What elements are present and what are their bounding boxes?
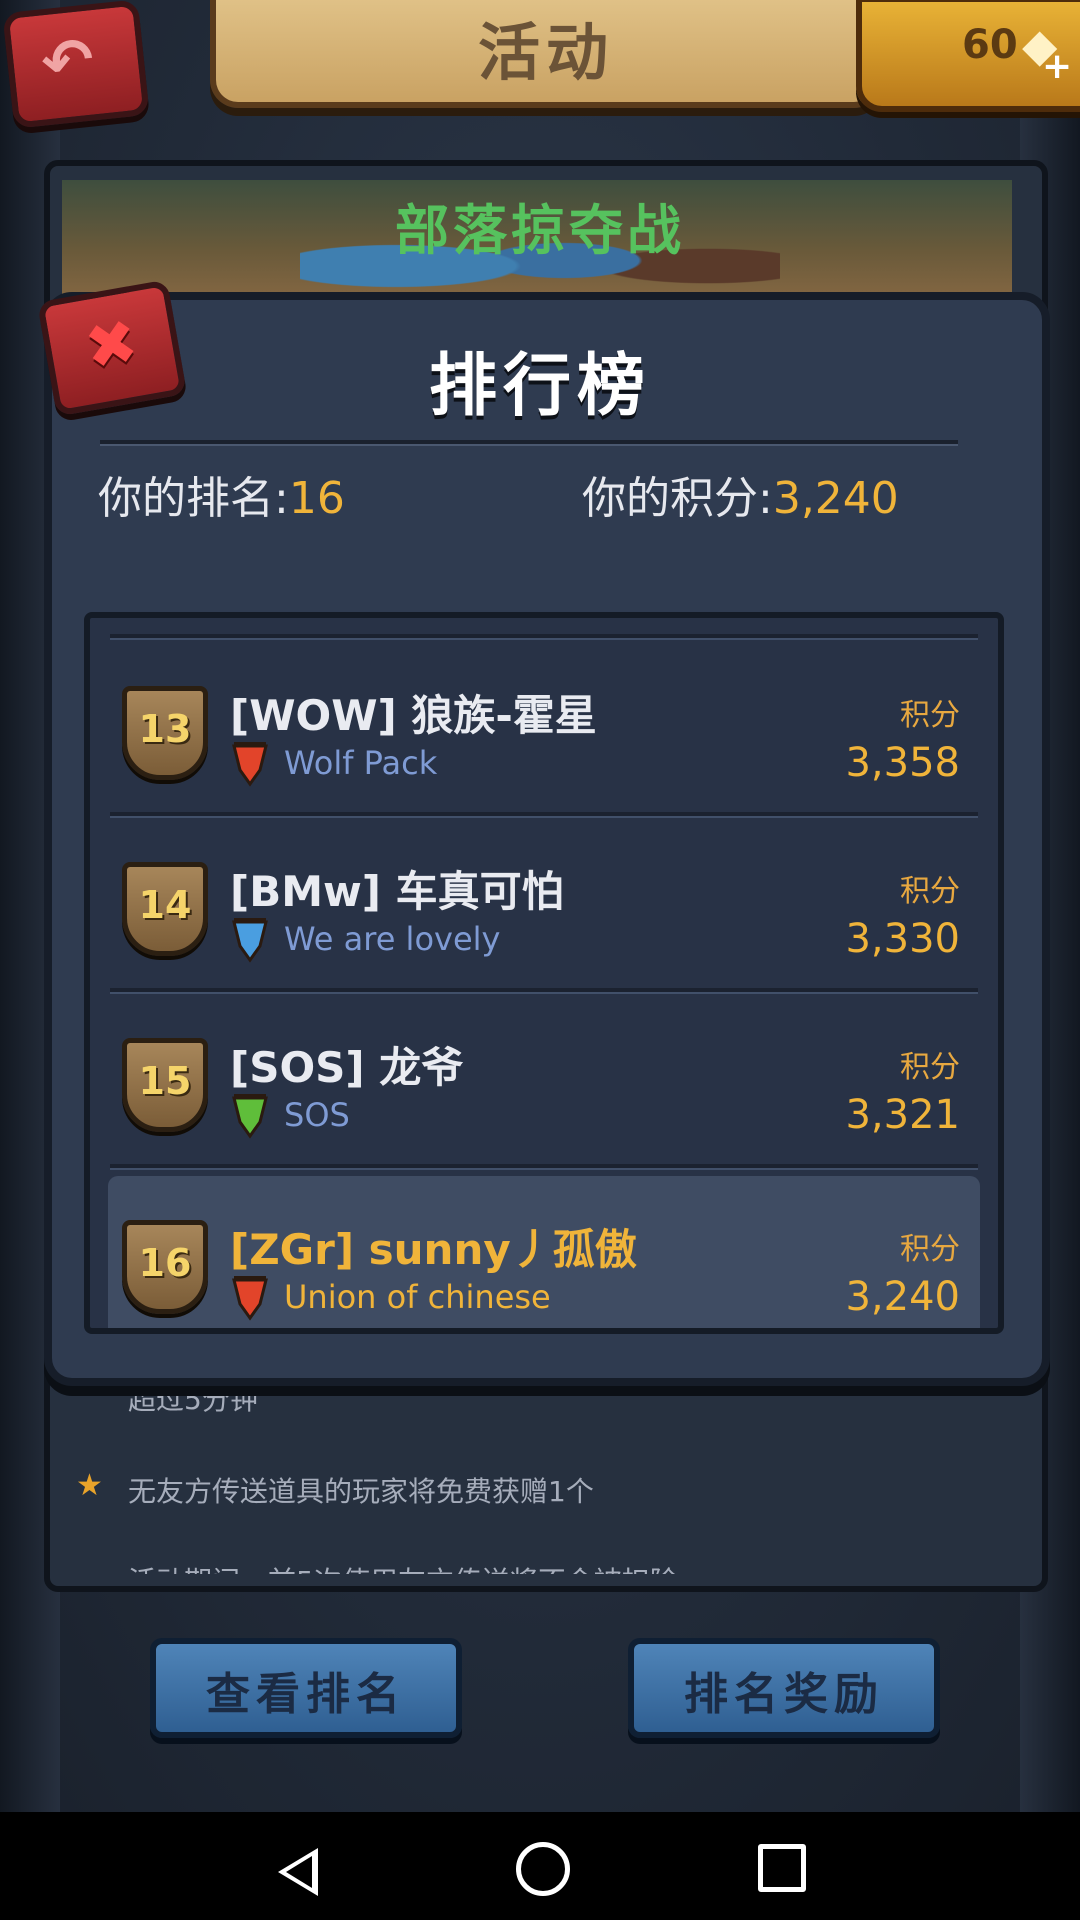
player-name: [ZGr] sunny丿孤傲: [230, 1225, 637, 1274]
event-title: 部落掠夺战: [395, 199, 685, 262]
rank-number: 15: [138, 1059, 192, 1103]
leaderboard-row[interactable]: 14 [BMw] 车真可怕 We are lovely 积分 3,330: [108, 818, 980, 988]
rank-badge-icon: 13: [122, 686, 208, 780]
nav-back-icon-inner: [286, 1856, 312, 1888]
leaderboard-row[interactable]: 13 [WOW] 狼族-霍星 Wolf Pack 积分 3,358: [108, 642, 980, 812]
my-rank-value: 16: [288, 473, 345, 524]
rank-badge-icon: 14: [122, 862, 208, 956]
score-label: 积分: [900, 698, 960, 733]
rank-reward-button[interactable]: 排名奖励: [628, 1638, 940, 1738]
row-divider: [110, 634, 978, 640]
my-score-value: 3,240: [772, 473, 899, 524]
score-value: 3,358: [845, 740, 960, 786]
guild-flag-icon: [232, 918, 268, 963]
leaderboard-row[interactable]: 15 [SOS] 龙爷 SOS 积分 3,321: [108, 994, 980, 1164]
score-value: 3,240: [845, 1274, 960, 1320]
player-name: [SOS] 龙爷: [230, 1043, 464, 1092]
score-label: 积分: [900, 1232, 960, 1267]
my-rank: 你的排名:16: [98, 462, 345, 526]
rank-reward-label: 排名奖励: [684, 1669, 884, 1720]
add-gems-icon[interactable]: +: [1042, 46, 1072, 87]
guild-name: Union of chinese: [284, 1278, 551, 1316]
my-score-label: 你的积分:: [582, 473, 773, 524]
guild-flag-icon: [232, 742, 268, 787]
guild-name: We are lovely: [284, 920, 501, 958]
view-rank-button[interactable]: 查看排名: [150, 1638, 462, 1738]
back-arrow-icon: ↶: [38, 22, 98, 101]
view-rank-label: 查看排名: [206, 1669, 406, 1720]
event-info-text: 无友方传送道具的玩家将免费获赠1个: [128, 1475, 594, 1508]
rank-number: 14: [138, 883, 192, 927]
guild-name: Wolf Pack: [284, 744, 438, 782]
leaderboard-list[interactable]: 13 [WOW] 狼族-霍星 Wolf Pack 积分 3,358 14 [BM…: [84, 612, 1004, 1334]
nav-home-icon[interactable]: [516, 1842, 570, 1896]
guild-flag-icon: [232, 1094, 268, 1139]
rank-badge-icon: 15: [122, 1038, 208, 1132]
star-icon: ★: [76, 1468, 103, 1503]
rank-badge-icon: 16: [122, 1220, 208, 1314]
event-info-text: 活动期间，前5次使用友方传送将不会被扣除: [128, 1560, 678, 1574]
page-title: 活动: [477, 16, 614, 89]
rank-number: 16: [138, 1241, 192, 1285]
my-rank-label: 你的排名:: [98, 473, 289, 524]
divider: [100, 440, 958, 446]
nav-recents-icon[interactable]: [758, 1844, 806, 1892]
close-icon: ✖: [79, 304, 144, 386]
gem-counter[interactable]: 60 ◆ +: [856, 0, 1080, 112]
row-divider: [110, 1164, 978, 1170]
score-value: 3,321: [845, 1092, 960, 1138]
rank-number: 13: [138, 707, 192, 751]
my-score: 你的积分:3,240: [582, 462, 899, 526]
back-button[interactable]: ↶: [2, 0, 150, 129]
guild-flag-icon: [232, 1276, 268, 1321]
guild-name: SOS: [284, 1096, 350, 1134]
close-button[interactable]: ✖: [36, 279, 188, 417]
player-name: [BMw] 车真可怕: [230, 867, 564, 916]
title-plaque: 活动: [210, 0, 882, 108]
score-value: 3,330: [845, 916, 960, 962]
player-name: [WOW] 狼族-霍星: [230, 691, 597, 740]
score-label: 积分: [900, 874, 960, 909]
gem-count: 60: [962, 22, 1018, 68]
score-label: 积分: [900, 1050, 960, 1085]
leaderboard-row-self[interactable]: 16 [ZGr] sunny丿孤傲 Union of chinese 积分 3,…: [108, 1176, 980, 1328]
